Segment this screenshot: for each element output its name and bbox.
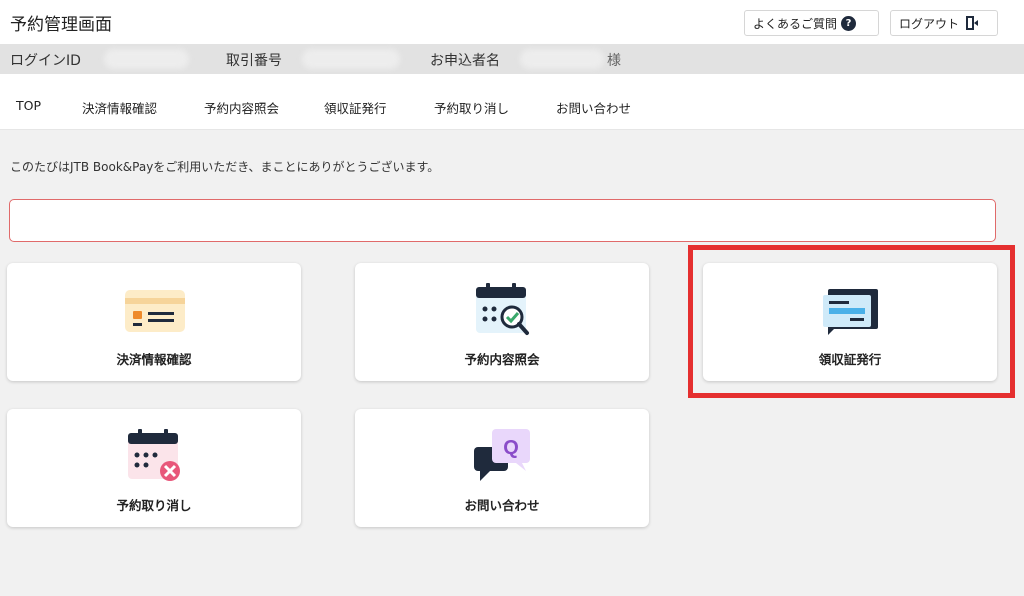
top-bar: 予約管理画面 よくあるご質問 ? ログアウト [0, 0, 1024, 44]
card-receipt[interactable]: 領収証発行 [703, 263, 997, 381]
page-title: 予約管理画面 [10, 15, 112, 35]
card-reservation-inquiry[interactable]: 予約内容照会 [355, 263, 649, 381]
card-label: 領収証発行 [818, 352, 882, 367]
logout-button[interactable]: ログアウト [890, 10, 998, 36]
card-label: 予約内容照会 [464, 352, 540, 367]
payment-card-icon [125, 290, 185, 332]
nav-reservation-inquiry[interactable]: 予約内容照会 [204, 98, 279, 117]
notice-box [9, 199, 996, 242]
receipt-icon [823, 289, 878, 335]
applicant-label: お申込者名 [430, 53, 500, 69]
transaction-no-label: 取引番号 [226, 53, 282, 69]
redacted-applicant-name [520, 49, 604, 69]
card-label: 決済情報確認 [116, 352, 192, 367]
logout-door-icon [966, 16, 979, 30]
nav-receipt[interactable]: 領収証発行 [324, 98, 387, 117]
nav-top[interactable]: TOP [16, 98, 41, 113]
card-label: 予約取り消し [116, 498, 192, 513]
card-contact[interactable]: Q お問い合わせ [355, 409, 649, 527]
card-cancel[interactable]: 予約取り消し [7, 409, 301, 527]
question-icon: ? [841, 15, 857, 31]
login-id-label: ログインID [10, 53, 81, 69]
chat-question-icon: Q [474, 429, 530, 481]
main-nav: TOP 決済情報確認 予約内容照会 領収証発行 予約取り消し お問い合わせ [0, 74, 1024, 130]
logout-label: ログアウト [899, 16, 960, 31]
redacted-login-id [104, 49, 189, 69]
welcome-message: このたびはJTB Book&Payをご利用いただき、まことにありがとうございます… [10, 160, 440, 174]
account-info-bar: ログインID 取引番号 お申込者名 様 [0, 44, 1024, 74]
faq-label: よくあるご質問 [753, 16, 838, 31]
applicant-suffix: 様 [607, 53, 621, 69]
card-label: お問い合わせ [464, 498, 540, 513]
nav-payment-info[interactable]: 決済情報確認 [82, 98, 157, 117]
svg-text:Q: Q [503, 437, 519, 459]
calendar-cancel-icon [128, 429, 180, 481]
card-payment-info[interactable]: 決済情報確認 [7, 263, 301, 381]
nav-cancel[interactable]: 予約取り消し [434, 98, 509, 117]
redacted-transaction-no [302, 49, 400, 69]
faq-button[interactable]: よくあるご質問 ? [744, 10, 879, 36]
calendar-search-icon [476, 283, 529, 335]
nav-contact[interactable]: お問い合わせ [556, 98, 631, 117]
